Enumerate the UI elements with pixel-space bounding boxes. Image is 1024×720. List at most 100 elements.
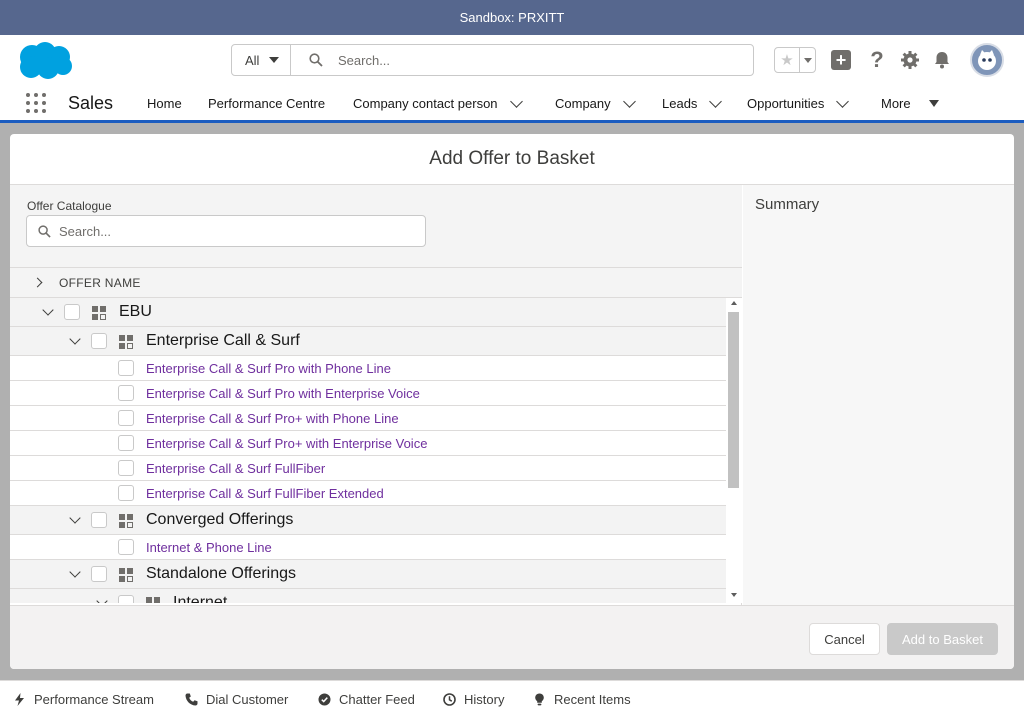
- salesforce-cloud-logo[interactable]: [16, 40, 74, 80]
- offer-link[interactable]: Enterprise Call & Surf FullFiber Extende…: [146, 486, 384, 501]
- tree-group-label: Standalone Offerings: [146, 565, 297, 582]
- nav-tab-label: More: [881, 96, 911, 111]
- tree-group-label: EBU: [119, 303, 152, 320]
- tree-group-label: Internet: [173, 594, 228, 603]
- tree-offer-row: Enterprise Call & Surf FullFiber: [10, 456, 726, 481]
- search-placeholder: Search...: [338, 52, 391, 68]
- row-checkbox[interactable]: [91, 333, 107, 349]
- caret-down-icon: [803, 57, 812, 63]
- row-checkbox[interactable]: [118, 385, 134, 401]
- row-checkbox[interactable]: [91, 512, 107, 528]
- nav-tab-performance-centre[interactable]: Performance Centre: [208, 96, 325, 111]
- row-checkbox[interactable]: [91, 566, 107, 582]
- notification-bell-icon[interactable]: [931, 49, 953, 71]
- favorites-dropdown[interactable]: [799, 48, 815, 72]
- utility-label: Recent Items: [554, 692, 631, 707]
- utility-dial-customer[interactable]: Dial Customer: [185, 692, 288, 707]
- modal-footer: Cancel Add to Basket: [10, 605, 1014, 669]
- row-checkbox[interactable]: [118, 539, 134, 555]
- utility-label: History: [464, 692, 505, 707]
- catalogue-search-input[interactable]: Search...: [26, 215, 426, 247]
- nav-tab-home[interactable]: Home: [147, 96, 182, 111]
- nav-tab-label: Home: [147, 96, 182, 111]
- chevron-down-icon[interactable]: [69, 566, 81, 578]
- offer-link[interactable]: Internet & Phone Line: [146, 540, 272, 555]
- category-icon: [119, 568, 134, 582]
- column-header-label: OFFER NAME: [59, 275, 141, 290]
- nav-tab-leads[interactable]: Leads: [662, 94, 723, 111]
- utility-chatter-feed[interactable]: Chatter Feed: [318, 692, 415, 707]
- utility-recent-items[interactable]: Recent Items: [533, 692, 631, 707]
- header-actions: ★ + ?: [774, 43, 1004, 77]
- nav-tab-opportunities[interactable]: Opportunities: [747, 94, 850, 111]
- chevron-right-icon[interactable]: [32, 277, 43, 288]
- user-avatar[interactable]: [970, 43, 1004, 77]
- row-checkbox[interactable]: [118, 360, 134, 376]
- tree-offer-row: Enterprise Call & Surf Pro+ with Phone L…: [10, 406, 726, 431]
- global-header: All Search... ★ + ? Sales Home Performan: [0, 35, 1024, 123]
- scrollbar-thumb[interactable]: [728, 312, 739, 488]
- global-search: All Search...: [231, 44, 754, 76]
- nav-tab-company-contact-person[interactable]: Company contact person: [353, 94, 523, 111]
- utility-performance-stream[interactable]: Performance Stream: [13, 692, 154, 707]
- row-checkbox[interactable]: [118, 485, 134, 501]
- search-input[interactable]: Search...: [291, 53, 753, 68]
- tree-group-label: Converged Offerings: [146, 511, 294, 528]
- search-scope-label: All: [245, 52, 260, 68]
- chevron-down-icon[interactable]: [622, 94, 636, 108]
- tree-offer-row: Enterprise Call & Surf FullFiber Extende…: [10, 481, 726, 506]
- offer-link[interactable]: Enterprise Call & Surf Pro+ with Phone L…: [146, 411, 399, 426]
- category-icon: [92, 306, 107, 320]
- chevron-down-icon[interactable]: [69, 512, 81, 524]
- help-icon[interactable]: ?: [866, 47, 888, 72]
- offer-link[interactable]: Enterprise Call & Surf Pro with Enterpri…: [146, 386, 420, 401]
- tree-group-row[interactable]: Standalone Offerings: [10, 560, 726, 589]
- nav-tab-label: Performance Centre: [208, 96, 326, 111]
- favorites-control[interactable]: ★: [774, 47, 816, 73]
- global-actions-plus-icon[interactable]: +: [831, 50, 851, 70]
- search-icon: [38, 224, 51, 238]
- category-icon: [119, 514, 134, 528]
- chevron-down-icon[interactable]: [709, 94, 723, 108]
- row-checkbox[interactable]: [118, 460, 134, 476]
- tree-group-row[interactable]: Converged Offerings: [10, 506, 726, 535]
- scroll-up-arrow-icon[interactable]: [731, 301, 737, 305]
- chevron-down-icon[interactable]: [96, 595, 108, 603]
- cancel-button[interactable]: Cancel: [809, 623, 880, 655]
- chevron-down-icon[interactable]: [69, 333, 81, 345]
- offer-link[interactable]: Enterprise Call & Surf Pro+ with Enterpr…: [146, 436, 427, 451]
- modal-header: Add Offer to Basket: [10, 134, 1014, 185]
- catalogue-label: Offer Catalogue: [27, 199, 112, 213]
- utility-history[interactable]: History: [443, 692, 504, 707]
- add-to-basket-button[interactable]: Add to Basket: [887, 623, 998, 655]
- chevron-down-icon[interactable]: [836, 94, 850, 108]
- catalogue-search-placeholder: Search...: [59, 223, 112, 239]
- offer-link[interactable]: Enterprise Call & Surf Pro with Phone Li…: [146, 361, 391, 376]
- chevron-down-icon[interactable]: [42, 304, 54, 316]
- offer-tree: EBU Enterprise Call & Surf Enterprise Ca…: [10, 298, 726, 603]
- scroll-down-arrow-icon[interactable]: [731, 593, 737, 597]
- nav-tab-more[interactable]: More: [881, 96, 939, 111]
- offer-link[interactable]: Enterprise Call & Surf FullFiber: [146, 461, 325, 476]
- app-launcher-icon[interactable]: [25, 92, 47, 114]
- tree-scrollbar[interactable]: [726, 298, 742, 603]
- chevron-down-icon[interactable]: [509, 94, 523, 108]
- row-checkbox[interactable]: [118, 435, 134, 451]
- tree-group-row[interactable]: Internet: [10, 589, 726, 603]
- gear-icon[interactable]: [899, 49, 921, 71]
- category-icon: [146, 597, 161, 603]
- star-icon[interactable]: ★: [775, 51, 799, 69]
- search-scope-dropdown[interactable]: All: [232, 45, 291, 75]
- row-checkbox[interactable]: [118, 595, 134, 603]
- search-icon: [309, 53, 323, 67]
- tree-group-row[interactable]: Enterprise Call & Surf: [10, 327, 726, 356]
- tree-group-row[interactable]: EBU: [10, 298, 726, 327]
- row-checkbox[interactable]: [64, 304, 80, 320]
- nav-tab-company[interactable]: Company: [555, 94, 636, 111]
- chatter-icon: [318, 693, 331, 706]
- utility-bar: Performance Stream Dial Customer Chatter…: [0, 680, 1024, 720]
- row-checkbox[interactable]: [118, 410, 134, 426]
- caret-down-icon: [269, 57, 280, 63]
- tree-group-label: Enterprise Call & Surf: [146, 332, 300, 349]
- tree-offer-row: Internet & Phone Line: [10, 535, 726, 560]
